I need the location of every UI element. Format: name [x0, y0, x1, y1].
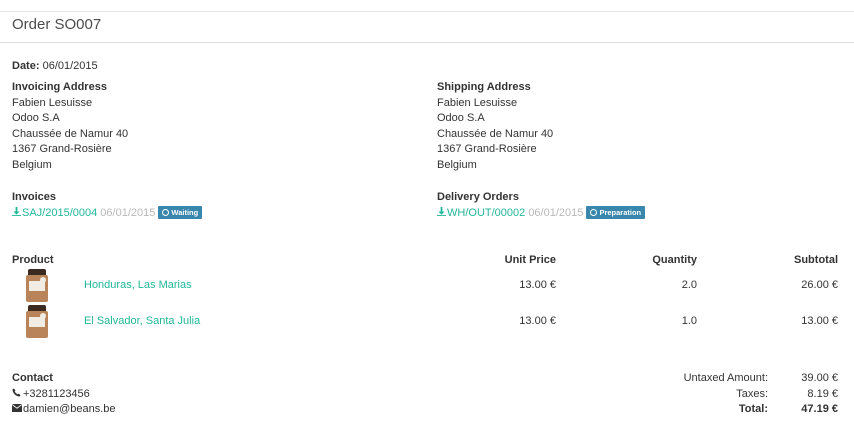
contact-phone: +3281123456 — [12, 387, 116, 403]
delivery-title: Delivery Orders — [437, 191, 519, 203]
date-value: 06/01/2015 — [42, 60, 98, 72]
col-quantity: Quantity — [652, 254, 697, 266]
download-icon — [12, 206, 22, 222]
shipping-address-title: Shipping Address — [437, 81, 531, 93]
contact-email: damien@beans.be — [11, 402, 116, 418]
phone-icon — [12, 387, 23, 403]
product-link[interactable]: El Salvador, Santa Julia — [84, 315, 200, 327]
product-link[interactable]: Honduras, Las Marias — [84, 279, 192, 291]
unit-price: 13.00 € — [519, 315, 556, 327]
email-value: damien@beans.be — [23, 403, 116, 415]
delivery-section: Delivery Orders WH/OUT/00002 06/01/2015 … — [437, 190, 646, 222]
shipping-line: Odoo S.A — [437, 112, 485, 124]
order-line: El Salvador, Santa Julia 13.00 € 1.0 13.… — [0, 304, 854, 340]
invoice-date: 06/01/2015 — [100, 206, 156, 219]
invoice-status: Waiting — [171, 207, 199, 217]
invoicing-address-title: Invoicing Address — [12, 81, 107, 93]
invoicing-line: Belgium — [12, 158, 52, 171]
invoicing-address: Invoicing Address Fabien Lesuisse Odoo S… — [12, 80, 128, 173]
invoicing-line: Odoo S.A — [12, 112, 60, 124]
product-image — [26, 305, 48, 338]
col-unit-price: Unit Price — [504, 254, 556, 266]
col-subtotal: Subtotal — [794, 254, 838, 266]
order-title: Order SO007 — [12, 16, 102, 33]
invoicing-line: Fabien Lesuisse — [12, 96, 93, 109]
delivery-link[interactable]: WH/OUT/00002 — [437, 206, 528, 222]
date-label: Date: — [12, 60, 40, 72]
invoices-title: Invoices — [12, 191, 57, 203]
clock-icon — [590, 208, 598, 216]
shipping-line: Belgium — [437, 158, 477, 171]
invoices-section: Invoices SAJ/2015/0004 06/01/2015 Waitin… — [12, 190, 203, 222]
invoicing-line: 1367 Grand-Rosière — [12, 143, 112, 155]
delivery-status-badge: Preparation — [586, 205, 646, 219]
shipping-line: Chaussée de Namur 40 — [437, 127, 554, 140]
invoice-link[interactable]: SAJ/2015/0004 — [12, 206, 100, 222]
subtotal: 26.00 € — [801, 279, 838, 291]
phone-value: +3281123456 — [23, 387, 90, 400]
total-label: Total: — [738, 403, 768, 415]
invoice-status-badge: Waiting — [158, 205, 203, 219]
shipping-address: Shipping Address Fabien Lesuisse Odoo S.… — [437, 80, 553, 173]
shipping-line: Fabien Lesuisse — [437, 96, 518, 109]
title-divider — [0, 42, 854, 43]
quantity: 1.0 — [681, 315, 697, 327]
unit-price: 13.00 € — [519, 279, 556, 291]
taxes-value: 8.19 € — [807, 387, 838, 400]
order-line: Honduras, Las Marias 13.00 € 2.0 26.00 € — [0, 268, 854, 304]
quantity: 2.0 — [681, 279, 697, 291]
contact-section: Contact +3281123456 damien@beans.be — [11, 371, 116, 418]
untaxed-value: 39.00 € — [801, 372, 838, 384]
col-product: Product — [12, 254, 54, 266]
invoicing-line: Chaussée de Namur 40 — [12, 127, 129, 140]
top-divider — [0, 11, 854, 12]
taxes-label: Taxes: — [736, 387, 768, 400]
delivery-date: 06/01/2015 — [528, 206, 584, 219]
product-image — [26, 269, 48, 302]
shipping-line: 1367 Grand-Rosière — [437, 143, 537, 155]
totals-section: Untaxed Amount: 39.00 € Taxes: 8.19 € To… — [640, 371, 838, 418]
order-date: Date: 06/01/2015 — [12, 59, 98, 75]
untaxed-label: Untaxed Amount: — [683, 372, 768, 384]
delivery-ref: WH/OUT/00002 — [447, 206, 526, 219]
envelope-icon — [11, 402, 23, 418]
total-value: 47.19 € — [801, 403, 838, 415]
download-icon — [437, 206, 447, 222]
invoice-ref: SAJ/2015/0004 — [22, 206, 98, 219]
delivery-status: Preparation — [599, 207, 642, 217]
clock-icon — [162, 208, 170, 216]
contact-title: Contact — [12, 372, 53, 384]
subtotal: 13.00 € — [801, 315, 838, 327]
